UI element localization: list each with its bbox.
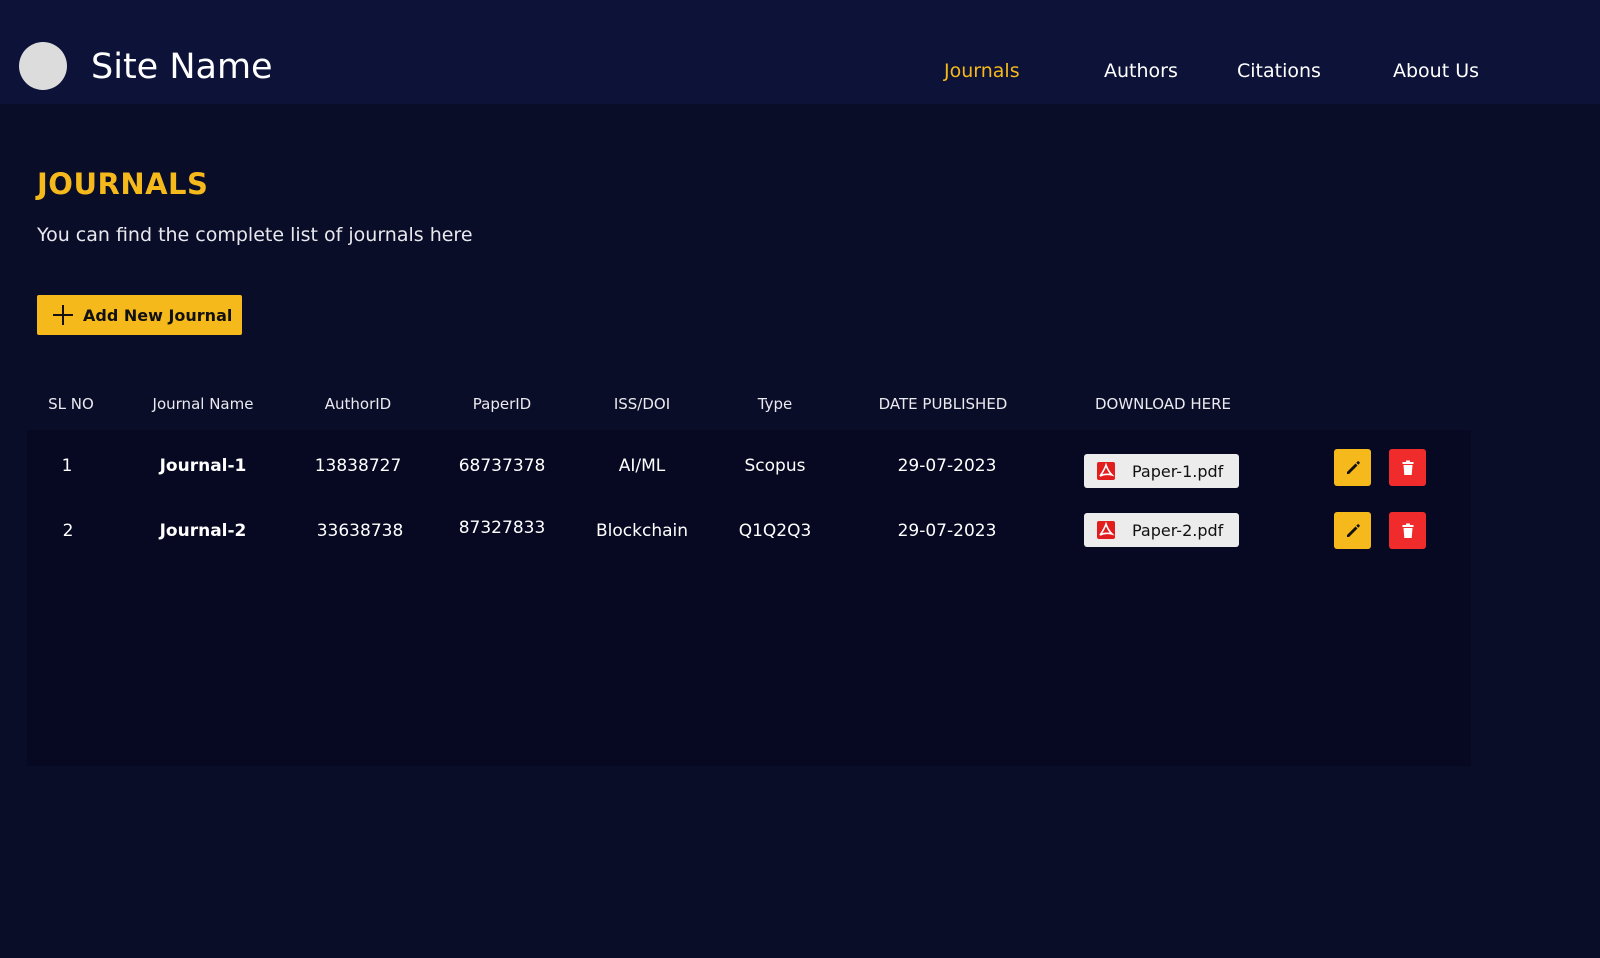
cell-journal-name: Journal-1 xyxy=(159,456,247,476)
cell-type: Scopus xyxy=(744,456,806,476)
cell-date-published: 29-07-2023 xyxy=(897,521,997,541)
download-pdf-button[interactable]: Paper-1.pdf xyxy=(1084,454,1239,488)
nav-journals[interactable]: Journals xyxy=(944,59,1020,83)
column-header-iss-doi: ISS/DOI xyxy=(613,395,671,413)
add-new-journal-label: Add New Journal xyxy=(83,305,233,325)
column-header-date-published: DATE PUBLISHED xyxy=(878,395,1008,413)
column-header-journal-name: Journal Name xyxy=(152,395,254,413)
cell-iss-doi: AI/ML xyxy=(618,456,666,476)
pdf-file-icon xyxy=(1097,521,1115,539)
add-new-journal-button[interactable]: Add New Journal xyxy=(37,295,242,335)
cell-author-id: 33638738 xyxy=(316,521,404,541)
page-title: JOURNALS xyxy=(37,167,209,201)
edit-button[interactable] xyxy=(1334,512,1371,549)
trash-icon xyxy=(1402,523,1413,538)
trash-icon xyxy=(1402,460,1413,475)
column-header-sl-no: SL NO xyxy=(48,395,94,413)
pdf-file-name: Paper-1.pdf xyxy=(1132,461,1224,481)
nav-authors[interactable]: Authors xyxy=(1104,59,1178,83)
column-header-paper-id: PaperID xyxy=(472,395,532,413)
nav-about-us[interactable]: About Us xyxy=(1393,59,1479,83)
site-name[interactable]: Site Name xyxy=(91,46,273,88)
cell-author-id: 13838727 xyxy=(314,456,402,476)
site-logo[interactable] xyxy=(19,42,67,90)
pdf-file-icon xyxy=(1097,462,1115,480)
pdf-file-name: Paper-2.pdf xyxy=(1132,520,1224,540)
column-header-type: Type xyxy=(757,395,793,413)
delete-button[interactable] xyxy=(1389,449,1426,486)
column-header-author-id: AuthorID xyxy=(324,395,392,413)
cell-type: Q1Q2Q3 xyxy=(738,521,812,541)
site-header: Site Name Journals Authors Citations Abo… xyxy=(0,0,1600,104)
download-pdf-button[interactable]: Paper-2.pdf xyxy=(1084,513,1239,547)
plus-icon xyxy=(53,305,73,325)
pencil-icon xyxy=(1346,523,1360,537)
column-header-download-here: DOWNLOAD HERE xyxy=(1094,395,1232,413)
cell-paper-id: 68737378 xyxy=(458,456,546,476)
pencil-icon xyxy=(1346,460,1360,474)
cell-paper-id: 87327833 xyxy=(458,518,546,538)
cell-sl-no: 2 xyxy=(62,521,74,541)
cell-journal-name: Journal-2 xyxy=(159,521,247,541)
cell-iss-doi: Blockchain xyxy=(595,521,689,541)
edit-button[interactable] xyxy=(1334,449,1371,486)
cell-sl-no: 1 xyxy=(61,456,73,476)
page-subtitle: You can find the complete list of journa… xyxy=(37,224,473,246)
cell-date-published: 29-07-2023 xyxy=(897,456,997,476)
delete-button[interactable] xyxy=(1389,512,1426,549)
journals-table-body xyxy=(27,430,1471,766)
nav-citations[interactable]: Citations xyxy=(1237,59,1321,83)
